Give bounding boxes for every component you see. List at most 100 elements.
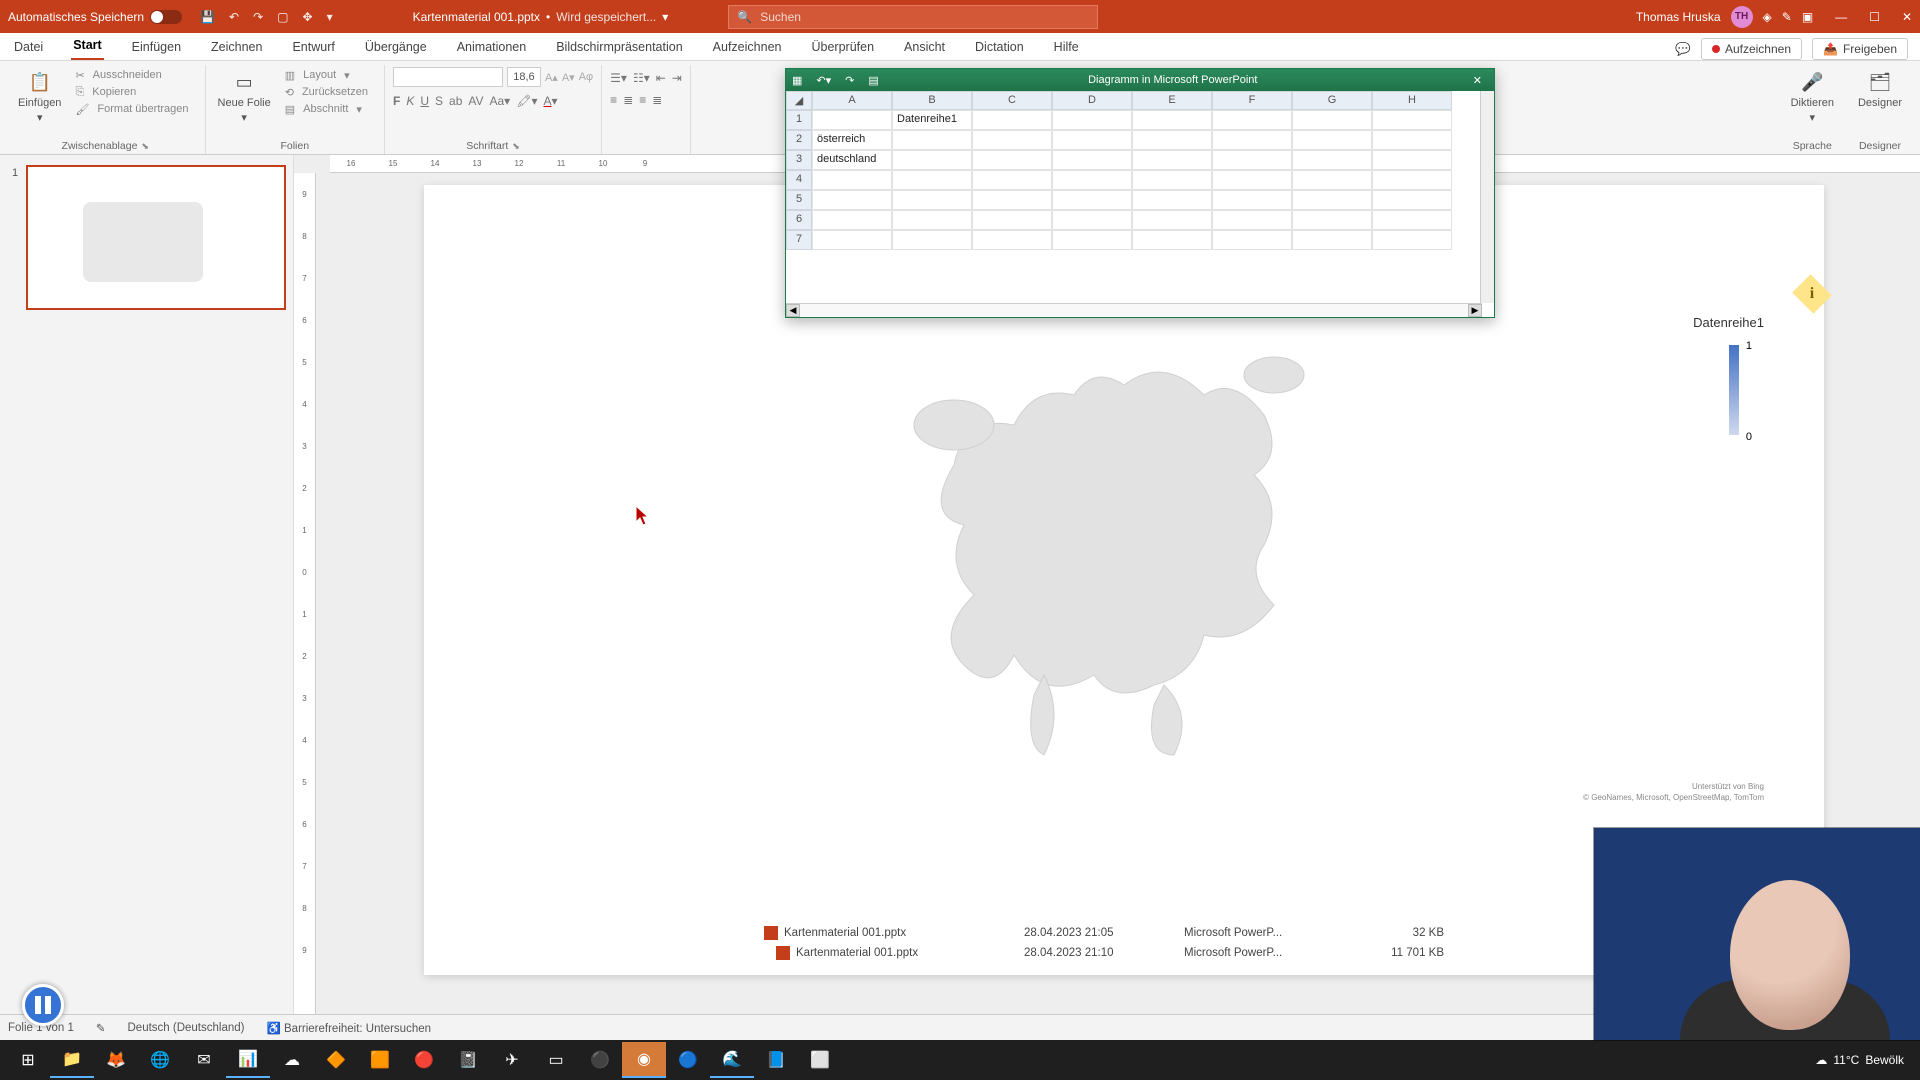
app-icon[interactable]: 🔵 <box>666 1042 710 1078</box>
europe-map-chart[interactable] <box>804 325 1444 795</box>
indent-inc-icon[interactable]: ⇥ <box>672 71 682 85</box>
search-input[interactable] <box>760 10 1089 24</box>
underline-button[interactable]: U <box>420 94 429 108</box>
indent-dec-icon[interactable]: ⇤ <box>656 71 666 85</box>
comments-icon[interactable]: 💬 <box>1675 42 1691 57</box>
app-icon[interactable]: 🔴 <box>402 1042 446 1078</box>
reset-button[interactable]: ⟲ Zurücksetzen <box>281 84 376 100</box>
window-icon[interactable]: ▣ <box>1802 10 1813 24</box>
col-header[interactable]: F <box>1212 91 1292 110</box>
spell-check-icon[interactable]: ✎ <box>96 1021 106 1035</box>
taskbar[interactable]: ⊞ 📁 🦊 🌐 ✉ 📊 ☁ 🔶 🟧 🔴 📓 ✈ ▭ ⚫ ◉ 🔵 🌊 📘 ⬜ ☁ … <box>0 1040 1920 1080</box>
font-family-input[interactable] <box>393 67 503 87</box>
section-button[interactable]: ▤ Abschnitt ▾ <box>281 101 376 117</box>
dialog-launcher-icon[interactable]: ⬊ <box>141 141 149 152</box>
numbering-icon[interactable]: ☷▾ <box>633 71 650 85</box>
telegram-icon[interactable]: ✈ <box>490 1042 534 1078</box>
row-header[interactable]: 2 <box>786 130 812 150</box>
weather-widget[interactable]: ☁ 11°C Bewölk <box>1815 1053 1904 1067</box>
tab-ueberpruefen[interactable]: Überprüfen <box>809 34 876 60</box>
app-icon[interactable]: ⬜ <box>798 1042 842 1078</box>
app-icon[interactable]: 📘 <box>754 1042 798 1078</box>
scrollbar-horizontal[interactable]: ◀ ▶ <box>786 303 1482 317</box>
spreadsheet-grid[interactable]: ◢ A B C D E F G H 1 Datenreihe1 2 österr… <box>786 91 1494 250</box>
chrome-icon[interactable]: 🌐 <box>138 1042 182 1078</box>
cell-A1[interactable] <box>812 110 892 130</box>
italic-button[interactable]: K <box>406 94 414 108</box>
undo-icon[interactable]: ↶▾ <box>816 74 831 87</box>
diamond-icon[interactable]: ◈ <box>1763 10 1772 24</box>
user-name[interactable]: Thomas Hruska <box>1636 10 1721 24</box>
format-painter-button[interactable]: 🖌 Format übertragen <box>71 101 196 117</box>
share-button[interactable]: 📤Freigeben <box>1812 38 1908 60</box>
shadow-button[interactable]: ab <box>449 94 462 108</box>
case-button[interactable]: Aa▾ <box>490 94 511 108</box>
autosave-toggle[interactable]: Automatisches Speichern <box>8 10 182 24</box>
autosave-switch[interactable] <box>150 10 182 24</box>
row-header[interactable]: 5 <box>786 190 812 210</box>
col-header[interactable]: B <box>892 91 972 110</box>
chart-data-window[interactable]: ▦ ↶▾ ↷ ▤ Diagramm in Microsoft PowerPoin… <box>785 68 1495 318</box>
row-header[interactable]: 1 <box>786 110 812 130</box>
explorer-icon[interactable]: 📁 <box>50 1042 94 1078</box>
row-header[interactable]: 7 <box>786 230 812 250</box>
designer-button[interactable]: 🗂 Designer <box>1854 67 1906 111</box>
scrollbar-vertical[interactable] <box>1480 91 1494 303</box>
tab-datei[interactable]: Datei <box>12 34 45 60</box>
document-title[interactable]: Kartenmaterial 001.pptx • Wird gespeiche… <box>413 10 669 24</box>
app-icon[interactable]: ☁ <box>270 1042 314 1078</box>
data-window-titlebar[interactable]: ▦ ↶▾ ↷ ▤ Diagramm in Microsoft PowerPoin… <box>786 69 1494 91</box>
obs-icon[interactable]: ⚫ <box>578 1042 622 1078</box>
slide-thumbnail-1[interactable]: 1 <box>26 165 286 310</box>
dictate-button[interactable]: 🎤 Diktieren ▾ <box>1787 67 1838 126</box>
present-icon[interactable]: ▢ <box>277 10 288 24</box>
redo-icon[interactable]: ↷ <box>845 74 854 87</box>
bold-button[interactable]: F <box>393 94 400 108</box>
tab-praesentation[interactable]: Bildschirmpräsentation <box>554 34 684 60</box>
outlook-icon[interactable]: ✉ <box>182 1042 226 1078</box>
layout-button[interactable]: ▥ Layout ▾ <box>281 67 376 83</box>
copy-button[interactable]: ⎘ Kopieren <box>71 84 196 100</box>
pause-badge-icon[interactable] <box>22 984 64 1026</box>
col-header[interactable]: A <box>812 91 892 110</box>
app-icon[interactable]: ▭ <box>534 1042 578 1078</box>
search-box[interactable]: 🔍 <box>728 5 1098 29</box>
firefox-icon[interactable]: 🦊 <box>94 1042 138 1078</box>
align-left-icon[interactable]: ≡ <box>610 93 617 107</box>
excel-icon[interactable]: ▦ <box>792 74 802 87</box>
touch-icon[interactable]: ✥ <box>303 10 313 24</box>
app-icon[interactable]: 🟧 <box>358 1042 402 1078</box>
vlc-icon[interactable]: 🔶 <box>314 1042 358 1078</box>
paste-button[interactable]: 📋 Einfügen ▾ <box>14 67 65 126</box>
col-header[interactable]: H <box>1372 91 1452 110</box>
col-header[interactable]: E <box>1132 91 1212 110</box>
tab-zeichnen[interactable]: Zeichnen <box>209 34 264 60</box>
clear-format-icon[interactable]: Aφ <box>579 71 593 83</box>
tab-animationen[interactable]: Animationen <box>455 34 529 60</box>
bullets-icon[interactable]: ☰▾ <box>610 71 627 85</box>
app-icon[interactable]: ◉ <box>622 1042 666 1078</box>
edge-icon[interactable]: 🌊 <box>710 1042 754 1078</box>
cut-button[interactable]: ✂ Ausschneiden <box>71 67 196 83</box>
save-icon[interactable]: 💾 <box>200 10 215 24</box>
minimize-icon[interactable]: — <box>1835 10 1847 24</box>
tab-hilfe[interactable]: Hilfe <box>1052 34 1081 60</box>
highlight-icon[interactable]: 🖍▾ <box>516 94 537 108</box>
close-icon[interactable]: ✕ <box>1467 74 1488 87</box>
font-size-input[interactable]: 18,6 <box>507 67 541 87</box>
table-icon[interactable]: ▤ <box>868 74 878 87</box>
row-header[interactable]: 3 <box>786 150 812 170</box>
redo-icon[interactable]: ↷ <box>253 10 263 24</box>
accessibility-status[interactable]: ♿ Barrierefreiheit: Untersuchen <box>266 1021 431 1035</box>
col-header[interactable]: C <box>972 91 1052 110</box>
cell-B1[interactable]: Datenreihe1 <box>892 110 972 130</box>
cell-A2[interactable]: österreich <box>812 130 892 150</box>
scroll-left-icon[interactable]: ◀ <box>786 304 800 317</box>
row-header[interactable]: 4 <box>786 170 812 190</box>
char-spacing-icon[interactable]: AV <box>468 94 483 108</box>
info-badge-icon[interactable] <box>1792 274 1832 314</box>
row-header[interactable]: 6 <box>786 210 812 230</box>
qat-dropdown-icon[interactable]: ▾ <box>327 10 333 24</box>
start-button[interactable]: ⊞ <box>6 1042 50 1078</box>
align-center-icon[interactable]: ≣ <box>623 93 633 107</box>
